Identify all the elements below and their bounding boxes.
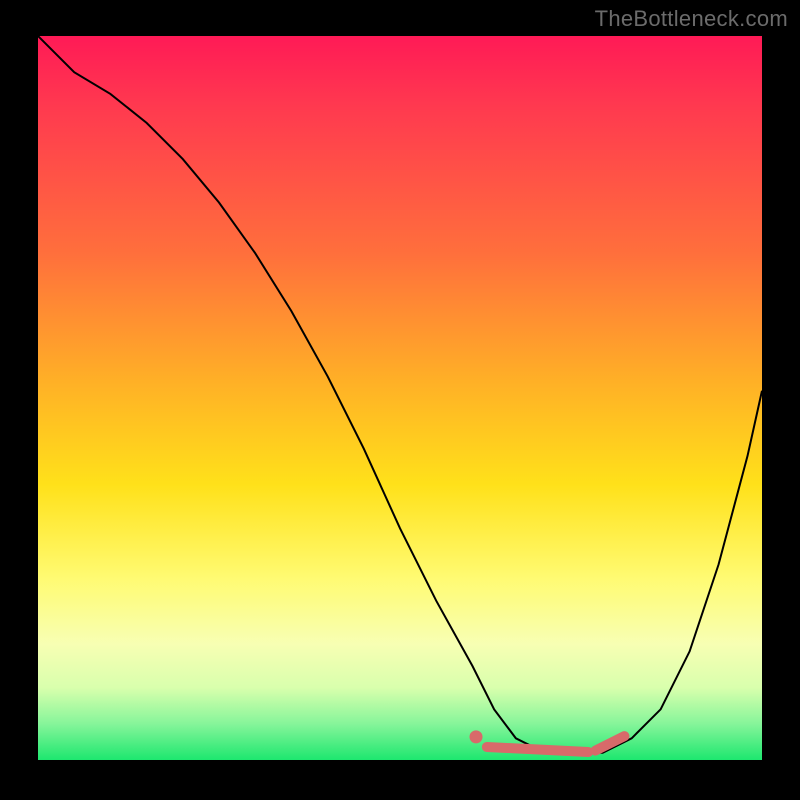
watermark-text: TheBottleneck.com	[595, 6, 788, 32]
chart-frame: TheBottleneck.com	[0, 0, 800, 800]
plot-area	[38, 36, 762, 760]
bottleneck-curve	[38, 36, 762, 753]
chart-svg	[38, 36, 762, 760]
optimal-range-marker-b	[595, 736, 624, 750]
optimal-point-marker	[470, 730, 483, 743]
optimal-range-marker-a	[487, 747, 588, 752]
